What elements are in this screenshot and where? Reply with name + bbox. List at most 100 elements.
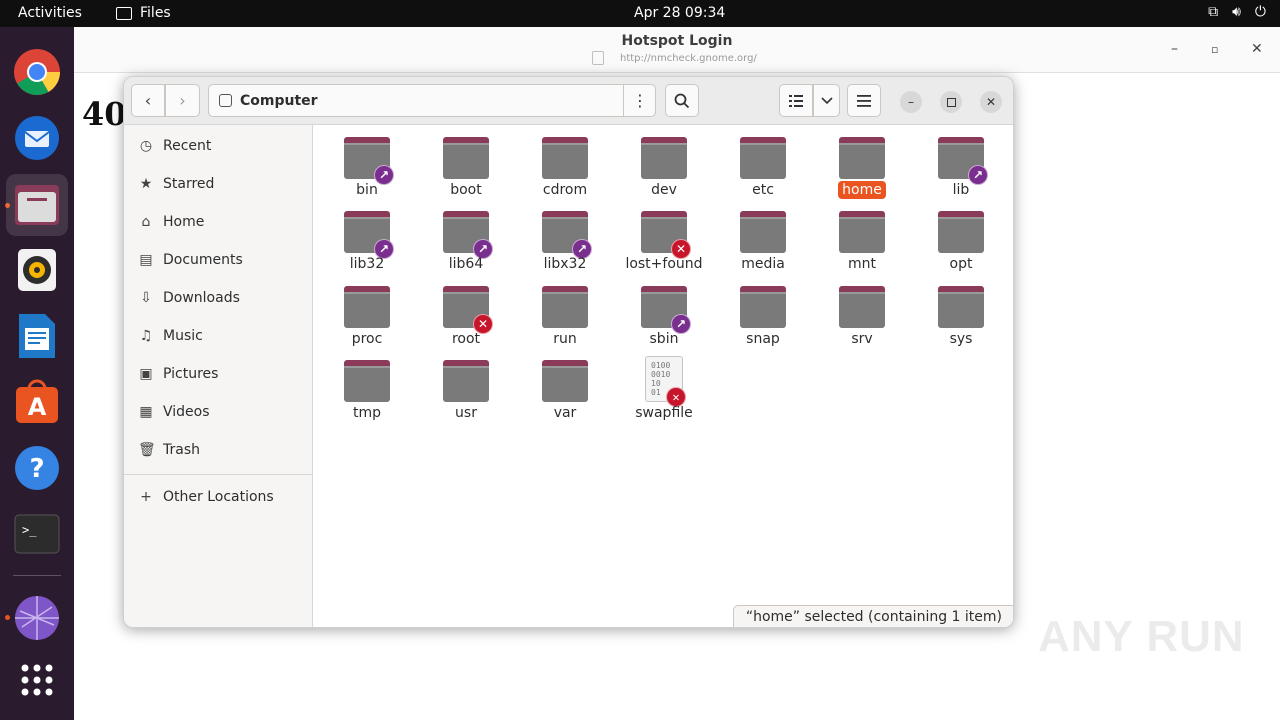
folder-item[interactable]: ✕ root bbox=[421, 278, 511, 352]
folder-item[interactable]: etc bbox=[718, 129, 808, 203]
folder-item[interactable]: ↗ lib32 bbox=[322, 203, 412, 277]
view-list-button[interactable] bbox=[779, 84, 813, 117]
folder-item[interactable]: mnt bbox=[817, 203, 907, 277]
item-label-wrap: snap bbox=[718, 331, 808, 347]
folder-item[interactable]: home bbox=[817, 129, 907, 203]
drive-icon bbox=[219, 94, 232, 107]
folder-item[interactable]: ✕ lost+found bbox=[619, 203, 709, 277]
sidebar-item-recent[interactable]: ◷ Recent bbox=[124, 127, 312, 165]
minimize-icon[interactable]: – bbox=[1171, 41, 1178, 57]
item-label-wrap: mnt bbox=[817, 256, 907, 272]
terminal-icon: >_ bbox=[14, 514, 60, 554]
folder-item[interactable]: ↗ lib64 bbox=[421, 203, 511, 277]
folder-item[interactable]: opt bbox=[916, 203, 1006, 277]
folder-item[interactable]: ↗ libx32 bbox=[520, 203, 610, 277]
main-menu-button[interactable] bbox=[847, 84, 881, 117]
folder-item[interactable]: sys bbox=[916, 278, 1006, 352]
folder-icon bbox=[344, 360, 390, 402]
dock-show-apps[interactable] bbox=[12, 655, 62, 705]
svg-text:?: ? bbox=[29, 454, 44, 484]
dock-files[interactable] bbox=[6, 174, 68, 236]
folder-icon bbox=[443, 360, 489, 402]
sidebar-item-other-locations[interactable]: + Other Locations bbox=[124, 478, 312, 516]
folder-item[interactable]: srv bbox=[817, 278, 907, 352]
sidebar-item-trash[interactable]: 🗑︎ Trash bbox=[124, 431, 312, 469]
svg-text:A: A bbox=[28, 393, 47, 421]
minimize-button[interactable]: – bbox=[900, 91, 922, 113]
sidebar-separator bbox=[124, 474, 312, 475]
search-button[interactable] bbox=[665, 84, 699, 117]
dock-help[interactable]: ? bbox=[12, 443, 62, 493]
folder-item[interactable]: ↗ lib bbox=[916, 129, 1006, 203]
item-label-wrap: run bbox=[520, 331, 610, 347]
item-label: snap bbox=[746, 331, 780, 347]
folder-icon bbox=[839, 137, 885, 179]
folder-item[interactable]: run bbox=[520, 278, 610, 352]
item-label: sys bbox=[949, 331, 973, 347]
folder-item[interactable]: proc bbox=[322, 278, 412, 352]
folder-item[interactable]: boot bbox=[421, 129, 511, 203]
item-label: boot bbox=[450, 182, 482, 198]
item-label: mnt bbox=[848, 256, 876, 272]
sidebar-item-pictures[interactable]: ▣ Pictures bbox=[124, 355, 312, 393]
dock-rhythmbox[interactable] bbox=[12, 245, 62, 295]
sidebar-item-label: Recent bbox=[163, 138, 212, 154]
sidebar-item-label: Videos bbox=[163, 404, 210, 420]
volume-icon: 🔊︎ bbox=[1232, 4, 1241, 20]
folder-item[interactable]: ↗ sbin bbox=[619, 278, 709, 352]
folder-item[interactable]: media bbox=[718, 203, 808, 277]
sidebar-item-documents[interactable]: ▤ Documents bbox=[124, 241, 312, 279]
dock-thunderbird[interactable] bbox=[12, 113, 62, 163]
folder-icon: ✕ bbox=[641, 211, 691, 259]
item-label-wrap: boot bbox=[421, 182, 511, 198]
help-icon: ? bbox=[15, 446, 59, 490]
sidebar-item-home[interactable]: ⌂ Home bbox=[124, 203, 312, 241]
close-icon[interactable]: ✕ bbox=[1251, 41, 1263, 57]
sidebar-item-music[interactable]: ♫ Music bbox=[124, 317, 312, 355]
sidebar-item-label: Pictures bbox=[163, 366, 219, 382]
dock-chrome[interactable] bbox=[12, 47, 62, 97]
system-menu[interactable]: ⧉ 🔊︎ ⏻ bbox=[1208, 4, 1266, 20]
dock-network[interactable] bbox=[12, 593, 62, 643]
folder-item[interactable]: snap bbox=[718, 278, 808, 352]
sidebar-item-videos[interactable]: ▦ Videos bbox=[124, 393, 312, 431]
back-button[interactable]: ‹ bbox=[131, 84, 165, 117]
app-menu-label: Files bbox=[140, 5, 171, 21]
path-bar[interactable]: Computer ⋮ bbox=[208, 84, 656, 117]
folder-item[interactable]: dev bbox=[619, 129, 709, 203]
item-label: etc bbox=[752, 182, 774, 198]
file-item[interactable]: 0100 0010 10 01 ✕ swapfile bbox=[619, 352, 709, 426]
activities-button[interactable]: Activities bbox=[18, 5, 82, 21]
folder-icon bbox=[740, 286, 786, 328]
close-button[interactable]: ✕ bbox=[980, 91, 1002, 113]
files-headerbar: ‹ › Computer ⋮ – ✕ bbox=[124, 77, 1013, 125]
maximize-button[interactable] bbox=[940, 91, 962, 113]
folder-item[interactable]: var bbox=[520, 352, 610, 426]
item-label: cdrom bbox=[542, 182, 588, 198]
sidebar-item-label: Other Locations bbox=[163, 489, 274, 505]
item-label-wrap: sbin bbox=[619, 331, 709, 347]
folder-item[interactable]: usr bbox=[421, 352, 511, 426]
item-label-wrap: usr bbox=[421, 405, 511, 421]
dock-ubuntu-software[interactable]: A bbox=[12, 377, 62, 427]
app-menu[interactable]: Files bbox=[116, 5, 171, 21]
forward-button[interactable]: › bbox=[165, 84, 200, 117]
view-options-button[interactable] bbox=[813, 84, 840, 117]
item-label: libx32 bbox=[543, 256, 587, 272]
clock[interactable]: Apr 28 09:34 bbox=[634, 5, 725, 21]
item-label-wrap: lib64 bbox=[421, 256, 511, 272]
sidebar-item-starred[interactable]: ★ Starred bbox=[124, 165, 312, 203]
item-label-wrap: lib32 bbox=[322, 256, 412, 272]
maximize-icon[interactable]: ▫ bbox=[1211, 43, 1218, 56]
folder-item[interactable]: cdrom bbox=[520, 129, 610, 203]
dock-libreoffice-writer[interactable] bbox=[12, 311, 62, 361]
folder-item[interactable]: tmp bbox=[322, 352, 412, 426]
path-menu-icon[interactable]: ⋮ bbox=[624, 85, 656, 116]
software-icon: A bbox=[16, 379, 58, 423]
folder-icon bbox=[740, 211, 786, 253]
folder-item[interactable]: ↗ bin bbox=[322, 129, 412, 203]
trash-icon: 🗑︎ bbox=[138, 442, 156, 458]
sidebar-item-downloads[interactable]: ⇩ Downloads bbox=[124, 279, 312, 317]
plus-icon: + bbox=[140, 489, 152, 505]
dock-terminal[interactable]: >_ bbox=[12, 509, 62, 559]
